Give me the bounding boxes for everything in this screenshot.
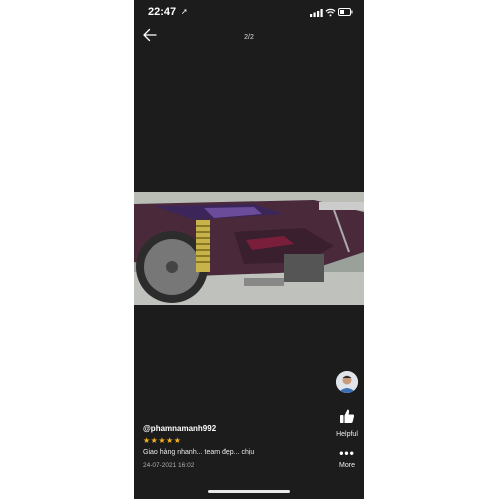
more-dots-icon: ••• xyxy=(339,446,355,460)
status-bar: 22:47 ➚ xyxy=(134,0,364,26)
helpful-button[interactable]: Helpful xyxy=(330,408,364,438)
thumbs-up-icon xyxy=(340,409,355,423)
image-counter: 2/2 xyxy=(244,34,254,41)
cellular-signal-icon xyxy=(310,9,323,17)
battery-icon xyxy=(338,8,353,16)
reviewer-username[interactable]: @phamnamanh992 xyxy=(143,424,216,433)
home-indicator[interactable] xyxy=(208,490,290,493)
location-arrow-icon: ➚ xyxy=(181,7,188,16)
review-photo-motorbike[interactable] xyxy=(134,192,364,305)
review-comment[interactable]: Giao hàng nhanh... team đẹp... chịu xyxy=(143,449,254,456)
status-time: 22:47 xyxy=(148,6,177,18)
review-date: 24-07-2021 16:02 xyxy=(143,462,195,469)
rating-stars: ★★★★★ xyxy=(143,436,182,445)
helpful-label: Helpful xyxy=(336,431,358,438)
more-label: More xyxy=(339,462,355,469)
avatar-image xyxy=(336,371,358,393)
back-arrow-icon[interactable] xyxy=(142,28,158,42)
wifi-icon xyxy=(325,8,336,17)
phone-screen: 22:47 ➚ 2/2 Helpful ••• More @phamnamanh… xyxy=(134,0,364,499)
reviewer-avatar[interactable] xyxy=(336,371,358,393)
more-button[interactable]: ••• More xyxy=(330,446,364,469)
